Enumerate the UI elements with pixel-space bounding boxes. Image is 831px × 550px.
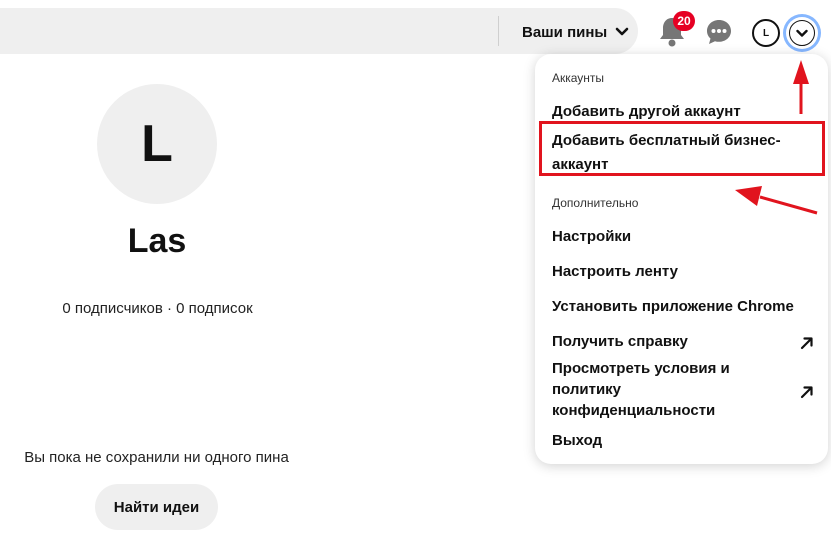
search-divider xyxy=(498,16,499,46)
accounts-dropdown-menu: Аккаунты Добавить другой аккаунт Добавит… xyxy=(535,54,828,464)
tune-feed-item[interactable]: Настроить ленту xyxy=(552,261,812,282)
avatar-initial: L xyxy=(762,27,770,39)
settings-item[interactable]: Настройки xyxy=(552,226,812,247)
find-ideas-button[interactable]: Найти идеи xyxy=(95,484,218,530)
annotation-highlight-box xyxy=(539,121,825,176)
view-terms-privacy-item[interactable]: Просмотреть условия и политику конфиденц… xyxy=(552,358,812,421)
notification-count-badge: 20 xyxy=(673,11,695,31)
more-section-label: Дополнительно xyxy=(552,196,639,210)
chevron-down-icon xyxy=(615,27,629,36)
external-link-icon xyxy=(800,337,813,350)
logout-item[interactable]: Выход xyxy=(552,430,812,451)
empty-pins-message: Вы пока не сохранили ни одного пина xyxy=(24,449,289,466)
terms-line-3: конфиденциальности xyxy=(552,402,716,419)
accounts-menu-button[interactable] xyxy=(786,17,818,49)
chat-bubble-icon xyxy=(707,20,731,44)
terms-line-1: Просмотреть условия и xyxy=(552,360,730,377)
profile-avatar-initial: L xyxy=(141,115,173,173)
profile-stats[interactable]: 0 подписчиков · 0 подписок xyxy=(20,300,295,317)
messages-button[interactable] xyxy=(705,18,733,46)
add-account-item[interactable]: Добавить другой аккаунт xyxy=(552,101,812,122)
profile-avatar: L xyxy=(97,84,217,204)
get-help-item[interactable]: Получить справку xyxy=(552,331,812,352)
install-chrome-app-item[interactable]: Установить приложение Chrome xyxy=(552,296,812,317)
your-pins-button[interactable]: Ваши пины xyxy=(512,16,639,48)
terms-line-2: политику xyxy=(552,381,622,398)
accounts-section-label: Аккаунты xyxy=(552,71,605,85)
profile-name: Las xyxy=(127,222,187,260)
profile-avatar-button[interactable]: L xyxy=(752,19,780,47)
external-link-icon xyxy=(800,386,813,399)
menu-toggle-ring xyxy=(789,20,815,46)
chevron-down-icon xyxy=(796,29,808,37)
top-bar: Ваши пины 20 L xyxy=(0,0,831,58)
your-pins-label: Ваши пины xyxy=(522,23,608,41)
